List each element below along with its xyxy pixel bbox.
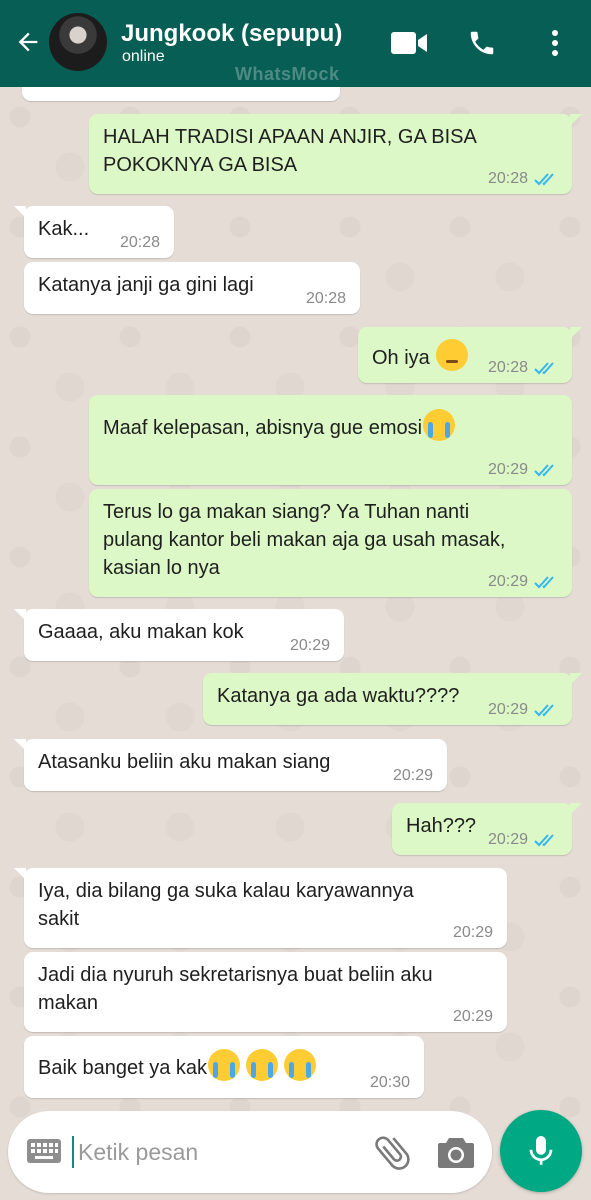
message-bubble[interactable]: Katanya ga ada waktu???? 20:29 <box>203 673 582 725</box>
message-time: 20:29 <box>452 924 493 941</box>
camera-icon[interactable] <box>436 1133 476 1171</box>
message-bubble[interactable]: Iya, dia bilang ga suka kalau karyawanny… <box>14 868 507 948</box>
message-bubble[interactable]: Baik banget ya kak 20:30 <box>24 1036 424 1098</box>
loudly-crying-face-icon <box>284 1049 316 1081</box>
message-bubble[interactable]: Kak... 20:28 <box>14 206 174 258</box>
message-time: 20:28 <box>487 359 528 376</box>
loudly-crying-face-icon <box>246 1049 278 1081</box>
read-receipt-icon <box>534 704 554 717</box>
message-time: 20:29 <box>289 637 330 654</box>
message-bubble-partial <box>22 87 340 101</box>
contact-name[interactable]: Jungkook (sepupu) <box>121 20 342 48</box>
message-text: Oh iya <box>372 339 469 372</box>
message-bubble[interactable]: Hah??? 20:29 <box>392 803 582 855</box>
message-text: Gaaaa, aku makan kok <box>38 621 244 643</box>
paperclip-icon[interactable] <box>372 1131 414 1173</box>
read-receipt-icon <box>534 173 554 186</box>
message-time: 20:29 <box>392 767 433 784</box>
message-bubble[interactable]: Terus lo ga makan siang? Ya Tuhan nanti p… <box>89 489 572 597</box>
message-input[interactable] <box>78 1135 358 1169</box>
message-text: Baik banget ya kak <box>38 1049 316 1082</box>
message-bubble[interactable]: Atasanku beliin aku makan siang 20:29 <box>14 739 447 791</box>
chat-header: Jungkook (sepupu) online WhatsMock <box>0 0 591 87</box>
message-text: Katanya janji ga gini lagi <box>38 274 254 296</box>
read-receipt-icon <box>534 834 554 847</box>
message-time: 20:29 <box>487 573 528 590</box>
message-bubble[interactable]: Katanya janji ga gini lagi 20:28 <box>24 262 360 314</box>
loudly-crying-face-icon <box>208 1049 240 1081</box>
message-bubble[interactable]: HALAH TRADISI APAAN ANJIR, GA BISA POKOKN… <box>89 114 582 194</box>
message-bubble[interactable]: Maaf kelepasan, abisnya gue emosi 20:29 <box>89 395 572 485</box>
pensive-face-icon <box>436 339 469 371</box>
read-receipt-icon <box>534 362 554 375</box>
microphone-icon <box>529 1136 553 1165</box>
avatar[interactable] <box>49 13 107 71</box>
watermark: WhatsMock <box>235 64 340 84</box>
message-bubble[interactable]: Jadi dia nyuruh sekretarisnya buat belii… <box>24 952 507 1032</box>
message-text: Iya, dia bilang ga suka kalau karyawanny… <box>38 880 414 930</box>
back-arrow-icon[interactable] <box>10 24 46 60</box>
read-receipt-icon <box>534 576 554 589</box>
message-time: 20:28 <box>487 170 528 187</box>
message-text: Jadi dia nyuruh sekretarisnya buat belii… <box>38 964 433 1014</box>
message-time: 20:28 <box>305 290 346 307</box>
more-options-icon[interactable] <box>534 22 576 64</box>
read-receipt-icon <box>534 464 554 477</box>
microphone-button[interactable] <box>500 1110 582 1192</box>
text-caret <box>72 1136 74 1168</box>
message-text: Terus lo ga makan siang? Ya Tuhan nanti p… <box>103 501 506 579</box>
message-time: 20:29 <box>452 1008 493 1025</box>
contact-status: online <box>122 48 165 65</box>
message-time: 20:29 <box>487 831 528 848</box>
message-time: 20:30 <box>369 1074 410 1091</box>
keyboard-icon[interactable] <box>26 1138 62 1164</box>
message-text: Atasanku beliin aku makan siang <box>38 751 331 773</box>
loudly-crying-face-icon <box>423 409 456 441</box>
message-time: 20:28 <box>119 234 160 251</box>
message-text: HALAH TRADISI APAAN ANJIR, GA BISA POKOKN… <box>103 126 477 176</box>
message-text: Kak... <box>38 218 90 240</box>
video-call-icon[interactable] <box>388 22 430 64</box>
message-text: Maaf kelepasan, abisnya gue emosi <box>103 409 456 442</box>
voice-call-icon[interactable] <box>461 22 503 64</box>
chat-area[interactable]: HALAH TRADISI APAAN ANJIR, GA BISA POKOKN… <box>0 87 591 1200</box>
message-text: Hah??? <box>406 815 477 837</box>
message-bubble[interactable]: Oh iya 20:28 <box>358 327 582 383</box>
message-text: Katanya ga ada waktu???? <box>217 685 460 707</box>
message-time: 20:29 <box>487 701 528 718</box>
message-composer <box>8 1111 492 1193</box>
message-bubble[interactable]: Gaaaa, aku makan kok 20:29 <box>14 609 344 661</box>
message-time: 20:29 <box>487 461 528 478</box>
